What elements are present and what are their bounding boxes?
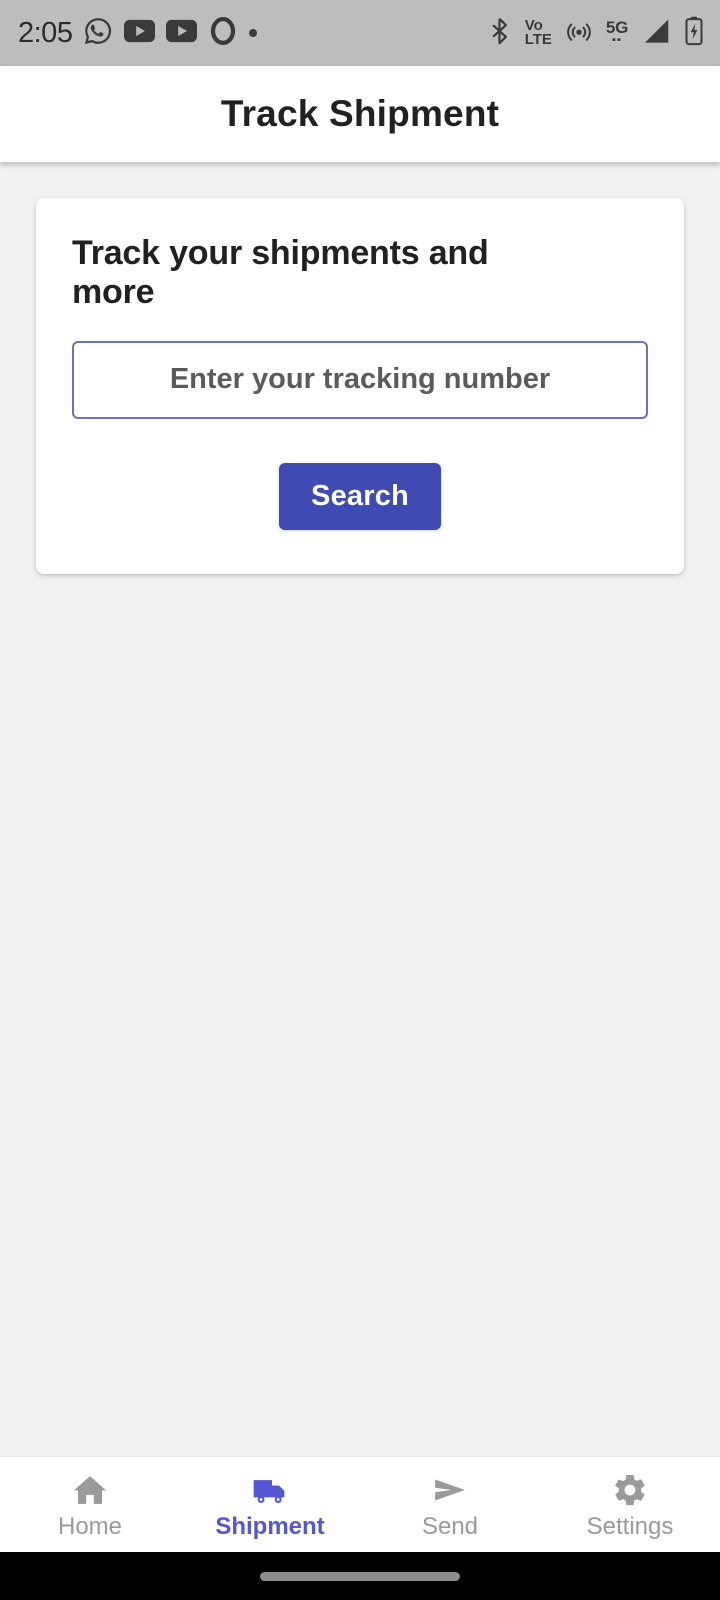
nav-label-send: Send [421, 1513, 479, 1540]
search-button[interactable]: Search [279, 462, 441, 530]
gear-icon [612, 1470, 648, 1510]
system-gesture-bar [0, 1552, 720, 1600]
network-5g-icon: 5G ▪▪ [605, 17, 628, 47]
hotspot-icon [565, 17, 593, 50]
truck-icon [250, 1470, 290, 1510]
battery-charging-icon [684, 16, 704, 51]
nav-label-shipment: Shipment [215, 1513, 325, 1540]
volte-icon: Vo LTE [524, 17, 552, 48]
phone-screen: 2:05 Vo LTE 5G ▪▪ Track Shipment Track y… [0, 0, 720, 1600]
send-icon [431, 1470, 469, 1510]
camera-ring-icon [208, 16, 238, 51]
whatsapp-icon [83, 16, 113, 51]
nav-item-home[interactable]: Home [0, 1457, 180, 1552]
status-clock: 2:05 [18, 16, 73, 49]
nav-item-shipment[interactable]: Shipment [180, 1457, 360, 1552]
nav-item-send[interactable]: Send [360, 1457, 540, 1552]
bottom-navigation-bar: Home Shipment Send Settings [0, 1456, 720, 1552]
status-bar: 2:05 Vo LTE 5G ▪▪ [0, 0, 720, 66]
gesture-handle[interactable] [260, 1571, 460, 1581]
page-title: Track Shipment [220, 93, 500, 134]
tracking-card: Track your shipments and more Search [36, 198, 684, 574]
nav-item-settings[interactable]: Settings [540, 1457, 720, 1552]
signal-strength-icon [641, 18, 671, 49]
tracking-number-input[interactable] [72, 340, 648, 419]
youtube-icon [124, 19, 156, 48]
status-bar-left: 2:05 [18, 16, 258, 51]
search-row: Search [72, 462, 648, 530]
app-bar: Track Shipment [0, 66, 720, 162]
youtube-icon [166, 19, 198, 48]
home-icon [71, 1470, 109, 1510]
nav-label-settings: Settings [586, 1513, 674, 1540]
bluetooth-icon [487, 17, 512, 50]
main-content: Track your shipments and more Search [0, 162, 720, 1456]
status-bar-right: Vo LTE 5G ▪▪ [487, 16, 704, 51]
notification-dot-icon [249, 29, 258, 37]
card-heading: Track your shipments and more [72, 234, 489, 312]
nav-label-home: Home [57, 1513, 123, 1540]
